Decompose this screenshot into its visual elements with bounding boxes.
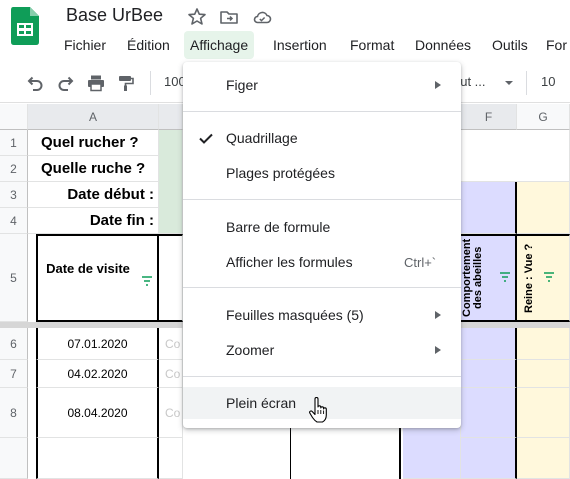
cell-a5[interactable]: Date de visite bbox=[36, 234, 159, 322]
cell-a8[interactable]: 08.04.2020 bbox=[36, 388, 159, 438]
cell-a5-text: Date de visite bbox=[46, 261, 130, 276]
menu-item-gridlines[interactable]: Quadrillage bbox=[183, 122, 461, 154]
undo-icon[interactable] bbox=[25, 73, 45, 93]
column-header-a[interactable]: A bbox=[28, 104, 159, 130]
menu-item-label: Figer bbox=[226, 77, 258, 93]
menu-item-hidden-sheets[interactable]: Feuilles masquées (5) bbox=[183, 299, 461, 331]
cell-g5-text: Reine : Vue ? bbox=[523, 243, 535, 313]
filter-icon[interactable] bbox=[141, 276, 153, 286]
print-icon[interactable] bbox=[86, 73, 106, 93]
row-header-7[interactable]: 7 bbox=[0, 360, 28, 388]
cloud-icon[interactable] bbox=[252, 7, 272, 27]
column-header-f[interactable]: F bbox=[461, 104, 517, 130]
toolbar-separator bbox=[526, 71, 527, 95]
menu-item-zoom[interactable]: Zoomer bbox=[183, 334, 461, 366]
chevron-right-icon bbox=[435, 81, 441, 89]
cell-a6[interactable]: 07.01.2020 bbox=[36, 328, 159, 360]
cell-f5-text: Comportement des abeilles bbox=[461, 238, 484, 318]
menu-item-label: Quadrillage bbox=[226, 130, 298, 146]
toolbar-separator bbox=[150, 71, 151, 95]
hand-cursor-icon bbox=[309, 397, 327, 423]
dropdown-arrow-icon[interactable] bbox=[504, 78, 514, 88]
menu-separator bbox=[183, 199, 461, 200]
menu-item-label: Feuilles masquées (5) bbox=[226, 307, 364, 323]
chevron-right-icon bbox=[435, 346, 441, 354]
cell-a2[interactable]: Quelle ruche ? bbox=[28, 156, 159, 182]
row-header-5[interactable]: 5 bbox=[0, 234, 28, 322]
shortcut-hint: Ctrl+` bbox=[404, 255, 437, 270]
cell-a1[interactable]: Quel rucher ? bbox=[28, 130, 159, 156]
cell-b1-b4[interactable] bbox=[159, 130, 183, 234]
menu-format[interactable]: Format bbox=[344, 31, 400, 59]
cell-b7[interactable]: Co bbox=[159, 360, 183, 388]
filter-icon[interactable] bbox=[543, 272, 555, 282]
paint-format-icon[interactable] bbox=[116, 73, 136, 93]
check-icon bbox=[199, 133, 213, 144]
menu-tools[interactable]: Outils bbox=[486, 31, 534, 59]
menu-item-label: Afficher les formules bbox=[226, 254, 353, 270]
column-header-g[interactable]: G bbox=[517, 104, 570, 130]
document-title[interactable]: Base UrBee bbox=[66, 5, 163, 26]
cell-b5[interactable] bbox=[159, 234, 183, 322]
row-header-9[interactable] bbox=[0, 438, 28, 479]
cell-a7[interactable]: 04.02.2020 bbox=[36, 360, 159, 388]
menu-item-freeze[interactable]: Figer bbox=[183, 69, 461, 101]
menu-item-formula-bar[interactable]: Barre de formule bbox=[183, 211, 461, 243]
cell-a4[interactable]: Date fin : bbox=[28, 208, 159, 234]
menu-item-label: Zoomer bbox=[226, 342, 275, 358]
cell-f6[interactable] bbox=[461, 328, 517, 360]
cell-f8[interactable] bbox=[461, 388, 517, 438]
row-header-3[interactable]: 3 bbox=[0, 182, 28, 208]
menu-item-protected-ranges[interactable]: Plages protégées bbox=[183, 157, 461, 189]
move-folder-icon[interactable] bbox=[219, 7, 239, 27]
cell-b8[interactable]: Co bbox=[159, 388, 183, 438]
cell-b9[interactable] bbox=[159, 438, 183, 479]
cell-g9[interactable] bbox=[517, 438, 570, 479]
cell-a9[interactable] bbox=[36, 438, 159, 479]
cell-f9[interactable] bbox=[461, 438, 517, 479]
cell-g7[interactable] bbox=[517, 360, 570, 388]
menu-separator bbox=[183, 376, 461, 377]
cell-f7[interactable] bbox=[461, 360, 517, 388]
row-header-2[interactable]: 2 bbox=[0, 156, 28, 182]
cell-g8[interactable] bbox=[517, 388, 570, 438]
cell-a3[interactable]: Date début : bbox=[28, 182, 159, 208]
menu-item-label: Plein écran bbox=[226, 395, 297, 411]
filter-icon[interactable] bbox=[499, 272, 511, 282]
row-header-8[interactable]: 8 bbox=[0, 388, 28, 438]
menu-item-show-formulas[interactable]: Afficher les formules Ctrl+` bbox=[183, 246, 461, 278]
menu-extensions[interactable]: For bbox=[540, 31, 570, 59]
menu-separator bbox=[183, 287, 461, 288]
cell-g5[interactable]: Reine : Vue ? bbox=[517, 234, 570, 322]
row-header-1[interactable]: 1 bbox=[0, 130, 28, 156]
menu-view[interactable]: Affichage bbox=[184, 31, 255, 59]
menu-data[interactable]: Données bbox=[409, 31, 477, 59]
cell-g6[interactable] bbox=[517, 328, 570, 360]
cell-f5[interactable]: Comportement des abeilles bbox=[461, 234, 517, 322]
cell-f3-f4[interactable] bbox=[461, 182, 517, 234]
redo-icon[interactable] bbox=[56, 73, 76, 93]
menu-edit[interactable]: Édition bbox=[121, 31, 176, 59]
select-all-corner[interactable] bbox=[0, 104, 28, 130]
row-header-4[interactable]: 4 bbox=[0, 208, 28, 234]
chevron-right-icon bbox=[435, 311, 441, 319]
cell-g3-g4[interactable] bbox=[517, 182, 570, 234]
menu-item-label: Plages protégées bbox=[226, 165, 335, 181]
menu-separator bbox=[183, 111, 461, 112]
font-size-input[interactable]: 10 bbox=[541, 74, 555, 89]
menu-insert[interactable]: Insertion bbox=[267, 31, 333, 59]
menu-item-label: Barre de formule bbox=[226, 219, 331, 235]
view-menu-dropdown: Figer Quadrillage Plages protégées Barre… bbox=[183, 62, 461, 428]
row-header-6[interactable]: 6 bbox=[0, 328, 28, 360]
cell-b6[interactable]: Co bbox=[159, 328, 183, 360]
menu-file[interactable]: Fichier bbox=[58, 31, 112, 59]
sheets-logo-icon[interactable] bbox=[11, 7, 39, 45]
cell-f1-g2[interactable] bbox=[461, 130, 570, 182]
menu-bar: Fichier Édition Affichage Insertion Form… bbox=[58, 31, 570, 59]
column-header-b[interactable] bbox=[159, 104, 183, 130]
star-icon[interactable] bbox=[187, 7, 207, 27]
